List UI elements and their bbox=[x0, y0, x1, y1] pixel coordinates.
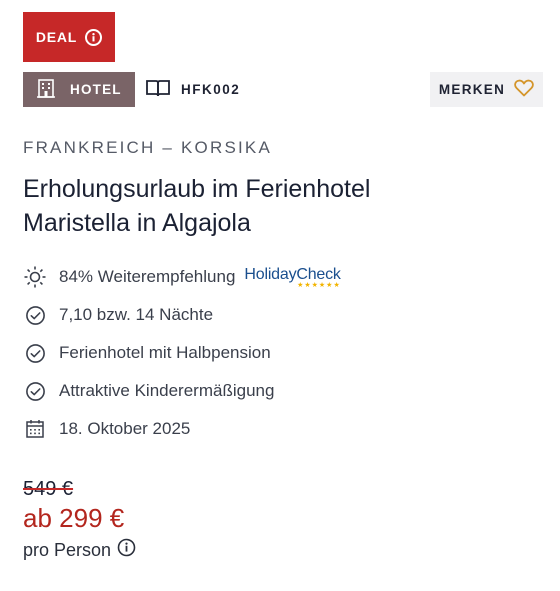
list-item: Ferienhotel mit Halbpension bbox=[23, 334, 341, 372]
list-item: 7,10 bzw. 14 Nächte bbox=[23, 296, 341, 334]
check-circle-icon bbox=[23, 341, 47, 365]
list-item: Attraktive Kinderermäßigung bbox=[23, 372, 341, 410]
offer-code-label: HFK002 bbox=[181, 82, 241, 97]
discount-text: Attraktive Kinderermäßigung bbox=[59, 381, 275, 400]
nights-text: 7,10 bzw. 14 Nächte bbox=[59, 305, 214, 324]
holidaycheck-label: HolidayCheck bbox=[244, 265, 341, 283]
tag-row: HOTEL HFK002 MERKEN bbox=[23, 72, 543, 107]
info-icon[interactable] bbox=[117, 538, 136, 562]
travel-date-text: 18. Oktober 2025 bbox=[59, 419, 191, 438]
region-label: FRANKREICH – KORSIKA bbox=[23, 138, 272, 157]
info-icon[interactable] bbox=[85, 28, 103, 46]
check-circle-icon bbox=[23, 303, 47, 327]
building-icon bbox=[36, 78, 56, 101]
list-item: 18. Oktober 2025 bbox=[23, 410, 341, 448]
calendar-icon bbox=[23, 417, 47, 441]
deal-label: DEAL bbox=[35, 29, 78, 45]
hotel-tag: HOTEL bbox=[23, 72, 135, 107]
price-unit: pro Person bbox=[23, 538, 136, 562]
list-item: 84% Weiterempfehlung HolidayCheck ★★★★★★ bbox=[23, 258, 341, 296]
board-text: Ferienhotel mit Halbpension bbox=[59, 343, 271, 362]
heart-outline-icon bbox=[514, 79, 534, 100]
old-price: 549 € bbox=[23, 478, 74, 500]
price-unit-label: pro Person bbox=[23, 539, 112, 560]
recommendation-text: 84% Weiterempfehlung bbox=[59, 267, 236, 286]
current-price: ab 299 € bbox=[23, 503, 125, 533]
holidaycheck-logo[interactable]: HolidayCheck ★★★★★★ bbox=[244, 265, 341, 289]
deal-badge[interactable]: DEAL bbox=[23, 12, 115, 62]
merken-button[interactable]: MERKEN bbox=[430, 72, 543, 107]
hotel-tag-label: HOTEL bbox=[70, 82, 122, 97]
feature-list: 84% Weiterempfehlung HolidayCheck ★★★★★★… bbox=[23, 258, 341, 448]
offer-title[interactable]: Erholungsurlaub im Ferienhotel Maristell… bbox=[23, 172, 463, 240]
merken-label: MERKEN bbox=[438, 82, 506, 97]
rating-stars-icon: ★★★★★★ bbox=[297, 281, 341, 289]
check-circle-icon bbox=[23, 379, 47, 403]
sun-icon bbox=[23, 265, 47, 289]
offer-code: HFK002 bbox=[145, 72, 240, 107]
book-icon bbox=[145, 78, 171, 101]
